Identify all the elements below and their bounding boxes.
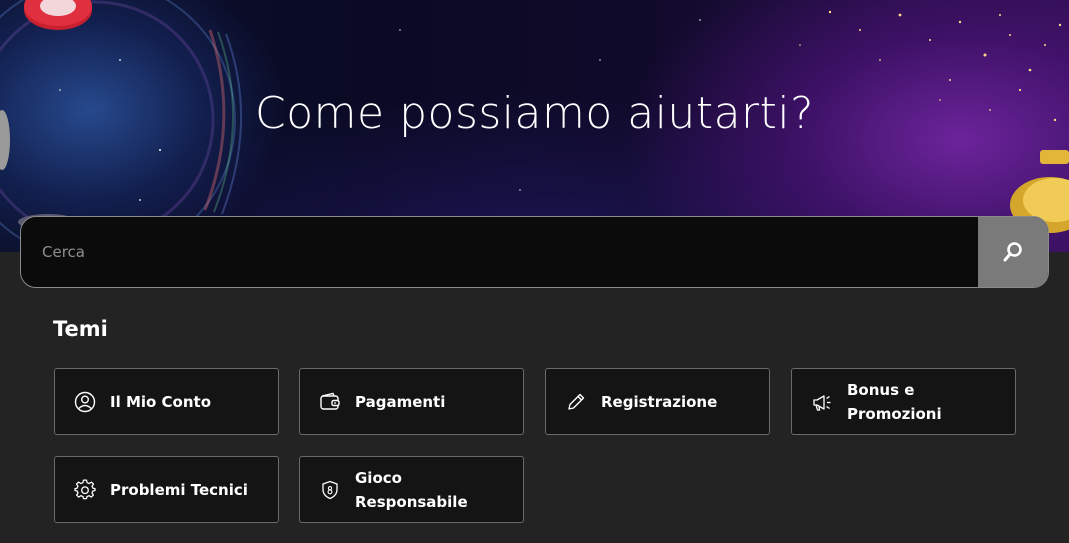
- gear-icon: [74, 478, 96, 501]
- search-button[interactable]: [978, 217, 1048, 287]
- topic-card-registration[interactable]: Registrazione: [545, 368, 770, 435]
- topic-label: Registrazione: [601, 392, 718, 411]
- page-title: Come possiamo aiutarti?: [255, 88, 814, 139]
- search-bar: [20, 216, 1049, 288]
- topics-heading: Temi: [53, 317, 108, 341]
- search-input[interactable]: [21, 217, 979, 287]
- search-icon: [1003, 242, 1022, 262]
- topic-card-responsible-gaming[interactable]: Gioco Responsabile: [299, 456, 524, 523]
- megaphone-icon: [811, 391, 833, 413]
- topic-card-payments[interactable]: Pagamenti: [299, 368, 524, 435]
- topic-card-technical[interactable]: Problemi Tecnici: [54, 456, 279, 523]
- topic-label: Pagamenti: [355, 392, 446, 411]
- topic-card-bonus[interactable]: Bonus e Promozioni: [791, 368, 1016, 435]
- shield-18-icon: [319, 479, 341, 501]
- wallet-icon: [319, 391, 341, 413]
- topic-card-account[interactable]: Il Mio Conto: [54, 368, 279, 435]
- topic-label: Bonus e Promozioni: [847, 380, 942, 423]
- topic-label: Gioco Responsabile: [355, 468, 468, 511]
- pencil-icon: [565, 391, 587, 413]
- hero-banner: Come possiamo aiutarti?: [0, 0, 1069, 252]
- topic-label: Il Mio Conto: [110, 392, 212, 411]
- topic-label: Problemi Tecnici: [110, 480, 248, 499]
- user-circle-icon: [74, 391, 96, 413]
